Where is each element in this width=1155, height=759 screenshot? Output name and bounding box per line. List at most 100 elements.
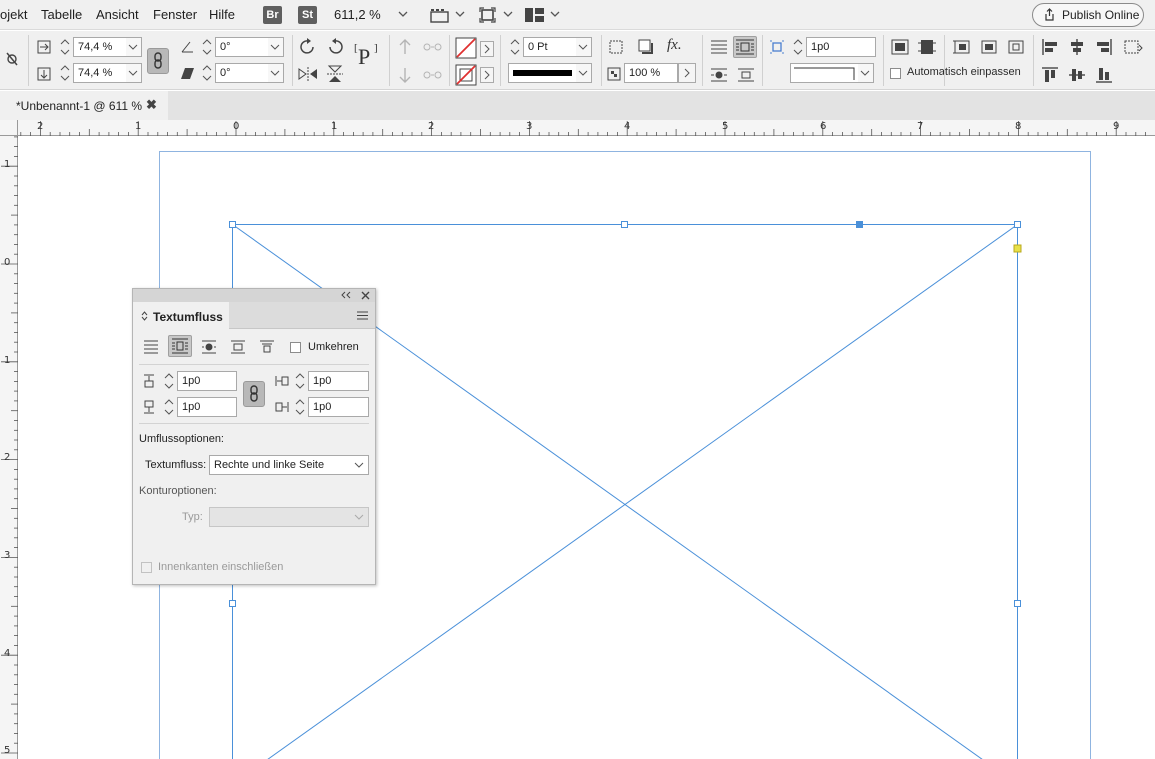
wrap-jump-object-icon[interactable] [230, 340, 246, 354]
right-offset-stepper[interactable] [293, 397, 307, 417]
rotate-counterclockwise-icon[interactable] [326, 38, 344, 56]
align-bottom-icon[interactable] [1096, 67, 1112, 83]
wrap-none-icon[interactable] [143, 340, 159, 354]
constrain-proportions-button[interactable] [147, 48, 169, 74]
zoom-level[interactable]: 611,2 % [334, 7, 381, 22]
menu-objekt[interactable]: ojekt [0, 7, 27, 22]
opacity-field[interactable]: 100 % [624, 63, 678, 83]
document-tab[interactable]: *Unbenannt-1 @ 611 % ✖ [0, 91, 168, 120]
rotate-clockwise-icon[interactable] [299, 38, 317, 56]
flip-horizontal-icon[interactable] [298, 67, 318, 81]
menu-tabelle[interactable]: Tabelle [41, 7, 82, 22]
select-content-icon[interactable] [397, 67, 413, 83]
bottom-offset-stepper[interactable] [162, 397, 176, 417]
wrap-jump-object-icon[interactable] [737, 67, 755, 83]
contour-type-select[interactable] [209, 507, 369, 527]
wrap-offset-stepper[interactable] [791, 37, 805, 57]
publish-online-button[interactable]: Publish Online [1032, 3, 1144, 27]
select-previous-icon[interactable] [423, 40, 443, 54]
include-inside-edges-checkbox[interactable] [141, 562, 152, 573]
wrap-bounding-box-button[interactable] [168, 335, 192, 357]
wrap-offset-field[interactable]: 1p0 [806, 37, 876, 57]
wrap-object-shape-icon[interactable] [710, 67, 728, 83]
align-vertical-center-icon[interactable] [1069, 67, 1085, 83]
arrange-dropdown-icon[interactable] [550, 10, 560, 20]
corner-options-icon[interactable] [609, 40, 623, 54]
screen-mode-icon[interactable] [430, 8, 450, 23]
menu-fenster[interactable]: Fenster [153, 7, 197, 22]
select-next-icon[interactable] [423, 68, 443, 82]
fill-flyout-icon[interactable] [480, 41, 494, 57]
effects-fx-icon[interactable]: fx. [667, 37, 682, 54]
panel-title-bar[interactable] [133, 289, 375, 302]
bridge-button[interactable]: Br [263, 6, 282, 24]
stock-button[interactable]: St [298, 6, 317, 24]
view-mode-icon[interactable] [479, 7, 496, 23]
stroke-weight-stepper[interactable] [508, 37, 522, 57]
scale-x-stepper[interactable] [58, 37, 72, 57]
auto-fit-checkbox[interactable] [890, 68, 901, 79]
panel-options-toggle-icon[interactable] [141, 311, 148, 321]
close-tab-icon[interactable]: ✖ [146, 97, 157, 113]
align-to-selection-icon[interactable] [1124, 39, 1144, 55]
top-offset-stepper[interactable] [162, 371, 176, 391]
close-panel-icon[interactable] [361, 291, 370, 300]
menu-ansicht[interactable]: Ansicht [96, 7, 139, 22]
ruler-origin[interactable] [0, 120, 18, 136]
opacity-flyout-icon[interactable] [678, 63, 696, 83]
stroke-flyout-icon[interactable] [480, 67, 494, 83]
wrap-bounding-box-button[interactable] [733, 36, 757, 58]
top-offset-field[interactable]: 1p0 [177, 371, 237, 391]
rotation-stepper[interactable] [200, 37, 214, 57]
zoom-dropdown-icon[interactable] [398, 10, 408, 20]
scale-y-dropdown[interactable] [126, 63, 142, 83]
stroke-type-dropdown[interactable] [576, 63, 592, 83]
wrap-next-column-icon[interactable] [259, 340, 275, 354]
object-style-select[interactable] [790, 63, 859, 83]
rotation-field[interactable]: 0° [215, 37, 269, 57]
fit-frame-to-content-icon[interactable] [918, 39, 936, 55]
fill-none-swatch-icon[interactable] [455, 37, 477, 59]
flip-vertical-icon[interactable] [327, 65, 343, 83]
stroke-type-select[interactable] [508, 63, 577, 83]
wrap-object-shape-icon[interactable] [201, 340, 217, 354]
shear-stepper[interactable] [200, 63, 214, 83]
bottom-offset-field[interactable]: 1p0 [177, 397, 237, 417]
vertical-ruler[interactable]: 1 0 1 2 3 4 5 [0, 136, 18, 759]
left-offset-field[interactable]: 1p0 [308, 371, 369, 391]
fit-content-to-frame-icon[interactable] [891, 39, 909, 55]
horizontal-ruler[interactable]: 2 1 0 1 2 3 4 5 6 7 8 9 [18, 120, 1155, 136]
link-offsets-button[interactable] [243, 381, 265, 407]
align-left-icon[interactable] [1042, 39, 1058, 55]
rotation-dropdown[interactable] [268, 37, 284, 57]
object-style-dropdown[interactable] [858, 63, 874, 83]
panel-menu-icon[interactable] [357, 311, 368, 320]
scale-x-dropdown[interactable] [126, 37, 142, 57]
stroke-weight-field[interactable]: 0 Pt [523, 37, 577, 57]
drop-shadow-icon[interactable] [638, 39, 654, 55]
wrap-none-icon[interactable] [710, 39, 728, 55]
align-top-icon[interactable] [1042, 67, 1058, 83]
align-horizontal-center-icon[interactable] [1069, 39, 1085, 55]
scale-y-stepper[interactable] [58, 63, 72, 83]
shear-field[interactable]: 0° [215, 63, 269, 83]
view-mode-dropdown-icon[interactable] [503, 10, 513, 20]
stroke-none-swatch-icon[interactable] [455, 64, 477, 86]
panel-tab-text-wrap[interactable]: Textumfluss [133, 302, 229, 330]
select-container-icon[interactable] [397, 39, 413, 55]
menu-hilfe[interactable]: Hilfe [209, 7, 235, 22]
invert-checkbox[interactable] [290, 342, 301, 353]
align-right-icon[interactable] [1096, 39, 1112, 55]
arrange-documents-icon[interactable] [525, 8, 544, 22]
screen-mode-dropdown-icon[interactable] [455, 10, 465, 20]
transform-lock-icon[interactable] [4, 50, 20, 68]
center-content-icon[interactable] [1007, 39, 1025, 55]
wrap-to-select[interactable]: Rechte und linke Seite [209, 455, 369, 475]
left-offset-stepper[interactable] [293, 371, 307, 391]
collapse-panel-icon[interactable] [341, 291, 351, 299]
scale-x-field[interactable]: 74,4 % [73, 37, 127, 57]
scale-y-field[interactable]: 74,4 % [73, 63, 127, 83]
stroke-weight-dropdown[interactable] [576, 37, 592, 57]
shear-dropdown[interactable] [268, 63, 284, 83]
right-offset-field[interactable]: 1p0 [308, 397, 369, 417]
